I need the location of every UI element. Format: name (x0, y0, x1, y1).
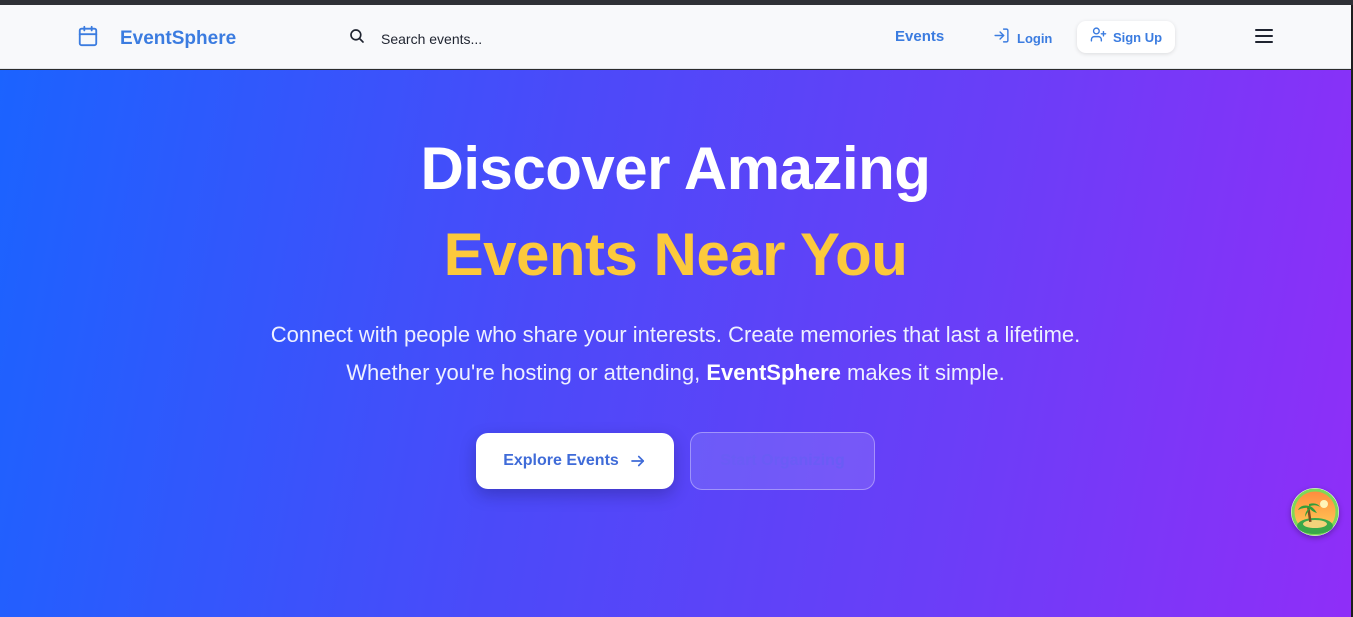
login-label: Login (1017, 30, 1053, 46)
start-organizing-button[interactable]: Start Organizing (690, 432, 875, 490)
hamburger-menu-icon[interactable] (1255, 29, 1273, 45)
subtitle-brand-name: EventSphere (706, 360, 841, 385)
top-navbar: EventSphere Search events... Events Logi… (0, 5, 1351, 69)
start-organizing-label: Start Organizing (720, 452, 845, 469)
island-avatar-icon[interactable] (1291, 488, 1339, 536)
explore-events-button[interactable]: Explore Events (476, 433, 674, 489)
arrow-right-icon (629, 452, 647, 470)
explore-events-label: Explore Events (503, 452, 619, 469)
hero-subtitle-line2: Whether you're hosting or attending, Eve… (0, 360, 1351, 386)
login-icon (993, 27, 1010, 49)
hero-headline-line2: Events Near You (443, 221, 908, 288)
brand-logo-link[interactable]: EventSphere (77, 25, 236, 52)
user-plus-icon (1090, 26, 1107, 48)
search-input[interactable]: Search events... (381, 31, 482, 47)
signup-label: Sign Up (1112, 29, 1163, 45)
signup-button[interactable]: Sign Up (1077, 21, 1175, 53)
hero-subtitle-line1: Connect with people who share your inter… (270, 322, 1081, 347)
nav-link-events[interactable]: Events (895, 28, 944, 45)
login-link[interactable]: Login (993, 27, 1052, 49)
search-icon (348, 27, 366, 50)
hero-headline-line1: Discover Amazing (420, 135, 931, 202)
subtitle-text-after: makes it simple. (840, 360, 1005, 385)
subtitle-text-before: Whether you're hosting or attending, (346, 360, 707, 385)
calendar-icon (77, 25, 99, 52)
brand-name: EventSphere (120, 27, 237, 49)
search-bar[interactable]: Search events... (348, 27, 482, 50)
